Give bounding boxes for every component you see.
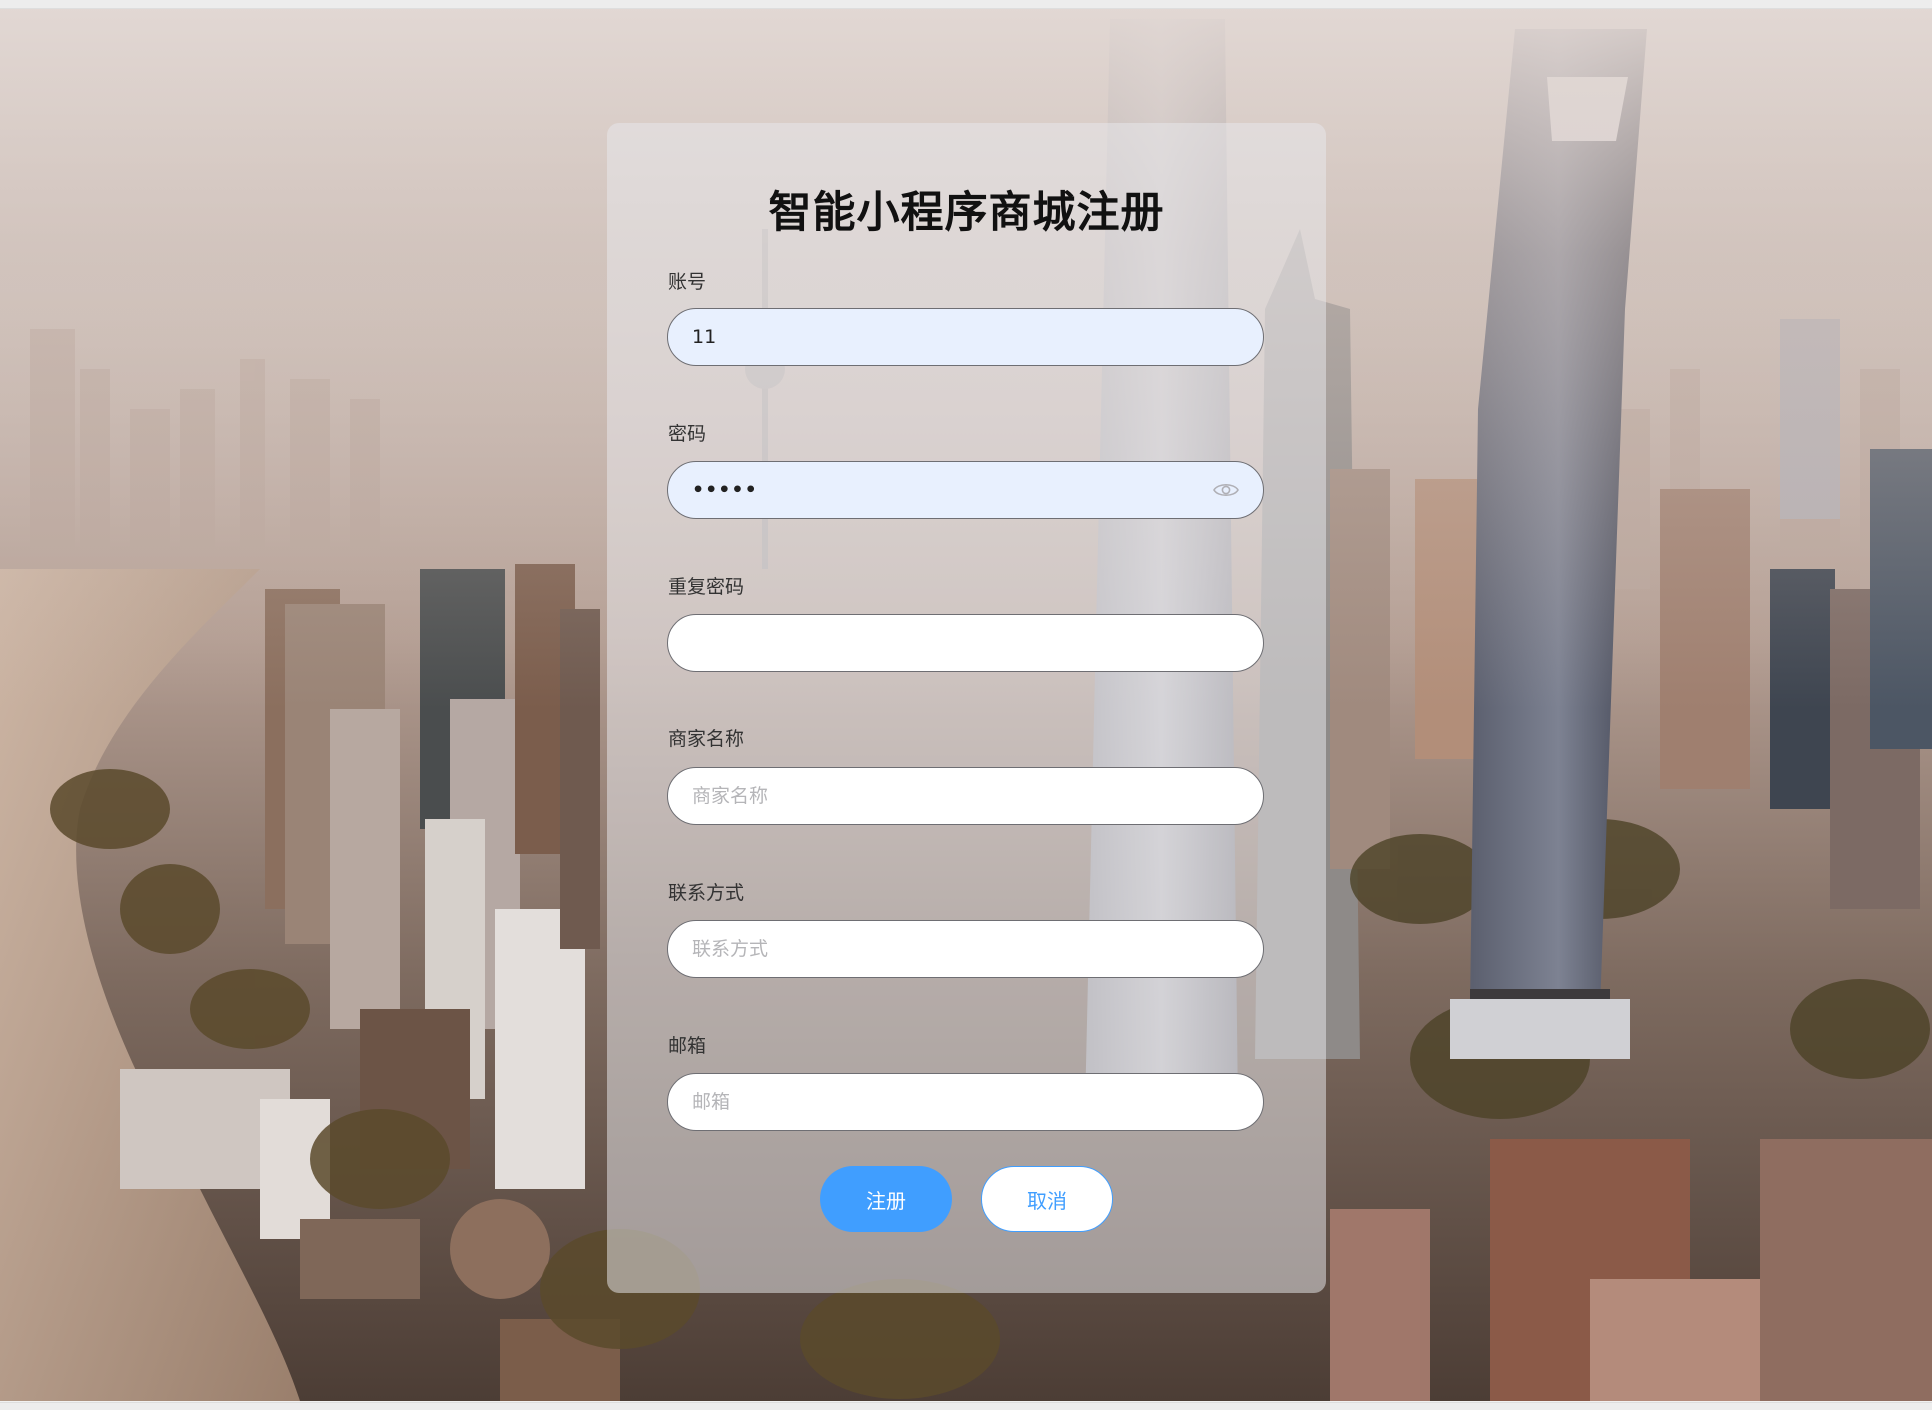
password-field[interactable] [667,461,1264,519]
cancel-button[interactable]: 取消 [981,1166,1113,1232]
browser-top-strip [0,0,1932,9]
email-label: 邮箱 [668,1035,707,1057]
merchant-name-label: 商家名称 [668,728,745,750]
password-input[interactable] [692,479,1205,501]
email-input[interactable] [692,1091,1239,1113]
page-title: 智能小程序商城注册 [768,188,1165,238]
repeat-password-input[interactable] [692,632,1239,654]
contact-label: 联系方式 [668,882,745,904]
register-card: 智能小程序商城注册 账号 密码 重复密码 商家名称 联系方式 [607,123,1326,1293]
repeat-password-label: 重复密码 [668,576,745,598]
merchant-name-input[interactable] [692,785,1239,807]
page: 智能小程序商城注册 账号 密码 重复密码 商家名称 联系方式 [0,0,1932,1410]
eye-icon[interactable] [1213,481,1239,499]
contact-field[interactable] [667,920,1264,978]
merchant-name-field[interactable] [667,767,1264,825]
email-field[interactable] [667,1073,1264,1131]
account-field[interactable] [667,308,1264,366]
account-input[interactable] [692,326,1239,348]
register-button[interactable]: 注册 [820,1166,952,1232]
account-label: 账号 [668,271,707,293]
password-label: 密码 [668,423,707,445]
contact-input[interactable] [692,938,1239,960]
browser-bottom-strip [0,1402,1932,1410]
repeat-password-field[interactable] [667,614,1264,672]
